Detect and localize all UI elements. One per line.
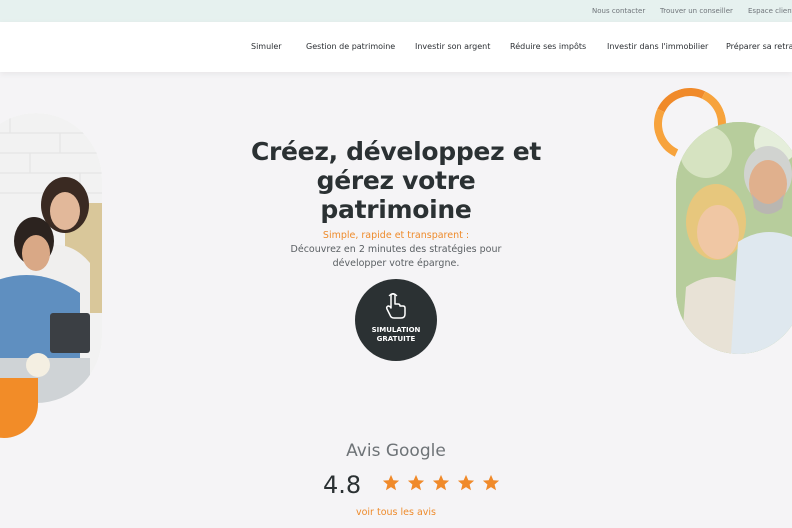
find-advisor-link[interactable]: Trouver un conseiller [660,7,733,15]
rating-stars [382,474,502,496]
star-icon [458,474,475,491]
page-title: Créez, développez et gérez votre patrimo… [250,137,542,224]
hand-pointer-icon [385,293,406,319]
nav-item-reduire-impots[interactable]: Réduire ses impôts [510,42,586,51]
nav-item-investir-immobilier[interactable]: Investir dans l'immobilier [607,42,708,51]
hero-photo-left [0,113,102,403]
nav-item-preparer-retraite[interactable]: Préparer sa retraite [726,42,792,51]
decorative-orange-shape [0,378,38,438]
main-navigation: Simuler Gestion de patrimoine Investir s… [0,22,792,72]
hero-description: Découvrez en 2 minutes des stratégies po… [290,244,502,269]
star-icon [382,474,400,491]
rating-value: 4.8 [323,471,362,499]
hero-photo-right [676,122,792,354]
simulation-button-label: SIMULATION GRATUITE [371,326,421,343]
contact-link[interactable]: Nous contacter [592,7,645,15]
reviews-title: Avis Google [346,441,446,461]
nav-item-investir-argent[interactable]: Investir son argent [415,42,490,51]
nav-item-gestion-patrimoine[interactable]: Gestion de patrimoine [306,42,395,51]
star-icon [433,474,450,491]
utility-bar: Nous contacter Trouver un conseiller Esp… [0,0,792,22]
hero-tagline: Simple, rapide et transparent : [322,230,470,241]
nav-item-simuler[interactable]: Simuler [251,42,282,51]
all-reviews-link[interactable]: voir tous les avis [296,507,496,518]
star-icon [407,474,425,491]
simulation-button[interactable]: SIMULATION GRATUITE [355,279,437,361]
client-space-link[interactable]: Espace client [748,7,792,15]
star-icon [483,474,500,491]
